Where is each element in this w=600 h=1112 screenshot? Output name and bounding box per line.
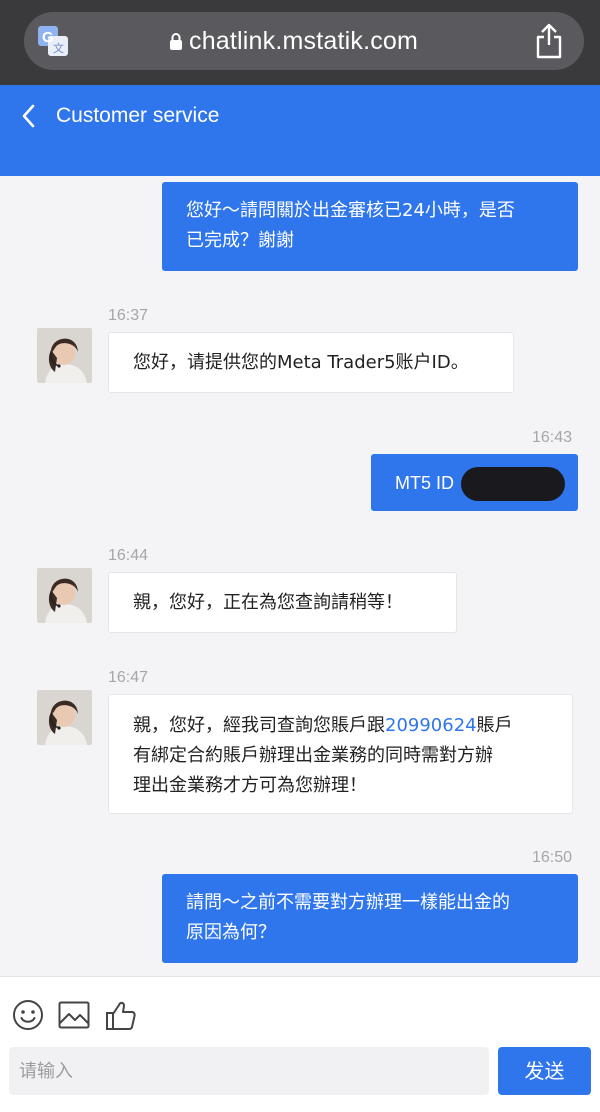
message-bubble-incoming: 親，您好，經我司查詢您賬戶跟20990624賬戶 有綁定合約賬戶辦理出金業務的同… — [108, 694, 573, 814]
message-text: 有綁定合約賬戶辦理出金業務的同時需對方辦 — [133, 745, 493, 766]
message-text: 請問～之前不需要對方辦理一樣能出金的 — [186, 892, 510, 913]
url-text: chatlink.mstatik.com — [189, 26, 419, 55]
send-button[interactable]: 发送 — [498, 1047, 591, 1095]
translate-icon[interactable]: G 文 — [37, 25, 69, 57]
account-number-link[interactable]: 20990624 — [385, 715, 477, 736]
message-text: 您好～請問關於出金審核已24小時，是否 — [186, 200, 515, 221]
message-bubble-incoming: 親，您好，正在為您查詢請稍等！ — [108, 572, 457, 633]
composer-bar: 发送 — [0, 976, 600, 1112]
message-text: MT5 ID — [395, 472, 455, 493]
message-text: 親，您好，正在為您查詢請稍等！ — [133, 592, 403, 613]
message-timestamp: 16:43 — [532, 429, 573, 446]
address-bar[interactable]: G 文 chatlink.mstatik.com — [24, 12, 584, 70]
lock-icon — [170, 33, 182, 50]
message-bubble-incoming: 您好，请提供您的Meta Trader5账户ID。 — [108, 332, 514, 393]
agent-avatar — [37, 328, 92, 383]
message-text: 親，您好，經我司查詢您賬戶跟 — [133, 715, 385, 736]
share-icon[interactable] — [534, 23, 564, 59]
message-text: 您好，请提供您的Meta Trader5账户ID。 — [133, 352, 469, 373]
message-text: 賬戶 — [476, 715, 513, 736]
message-text-line: 親，您好，經我司查詢您賬戶跟20990624賬戶 — [133, 711, 572, 741]
message-timestamp: 16:44 — [108, 547, 149, 564]
svg-text:G: G — [42, 29, 54, 46]
message-text: 理出金業務才方可為您辦理！ — [133, 775, 367, 796]
browser-bar: G 文 chatlink.mstatik.com — [0, 0, 600, 85]
message-timestamp: 16:37 — [108, 307, 149, 324]
agent-avatar-image — [37, 568, 92, 623]
redacted-account-id — [461, 467, 566, 501]
message-timestamp: 16:50 — [532, 849, 573, 866]
chat-area[interactable]: 您好～請問關於出金審核已24小時，是否 已完成？謝謝 16:37 您好，请提供您… — [0, 176, 600, 976]
message-bubble-outgoing: 您好～請問關於出金審核已24小時，是否 已完成？謝謝 — [162, 182, 578, 271]
agent-avatar — [37, 568, 92, 623]
image-icon[interactable] — [58, 1001, 90, 1029]
agent-avatar-image — [37, 328, 92, 383]
agent-avatar — [37, 690, 92, 745]
message-text: 原因為何？ — [186, 922, 276, 943]
back-icon[interactable] — [20, 103, 38, 129]
emoji-icon[interactable] — [12, 999, 44, 1031]
agent-avatar-image — [37, 690, 92, 745]
message-input[interactable] — [9, 1047, 489, 1095]
message-timestamp: 16:47 — [108, 669, 149, 686]
thumbs-up-icon[interactable] — [105, 999, 137, 1031]
app-header: Customer service — [0, 85, 600, 176]
message-text: 已完成？謝謝 — [186, 230, 294, 251]
message-bubble-outgoing: 請問～之前不需要對方辦理一樣能出金的 原因為何？ — [162, 874, 578, 963]
message-bubble-outgoing: MT5 ID — [371, 454, 578, 511]
svg-text:文: 文 — [53, 41, 64, 55]
page-title: Customer service — [56, 104, 220, 127]
